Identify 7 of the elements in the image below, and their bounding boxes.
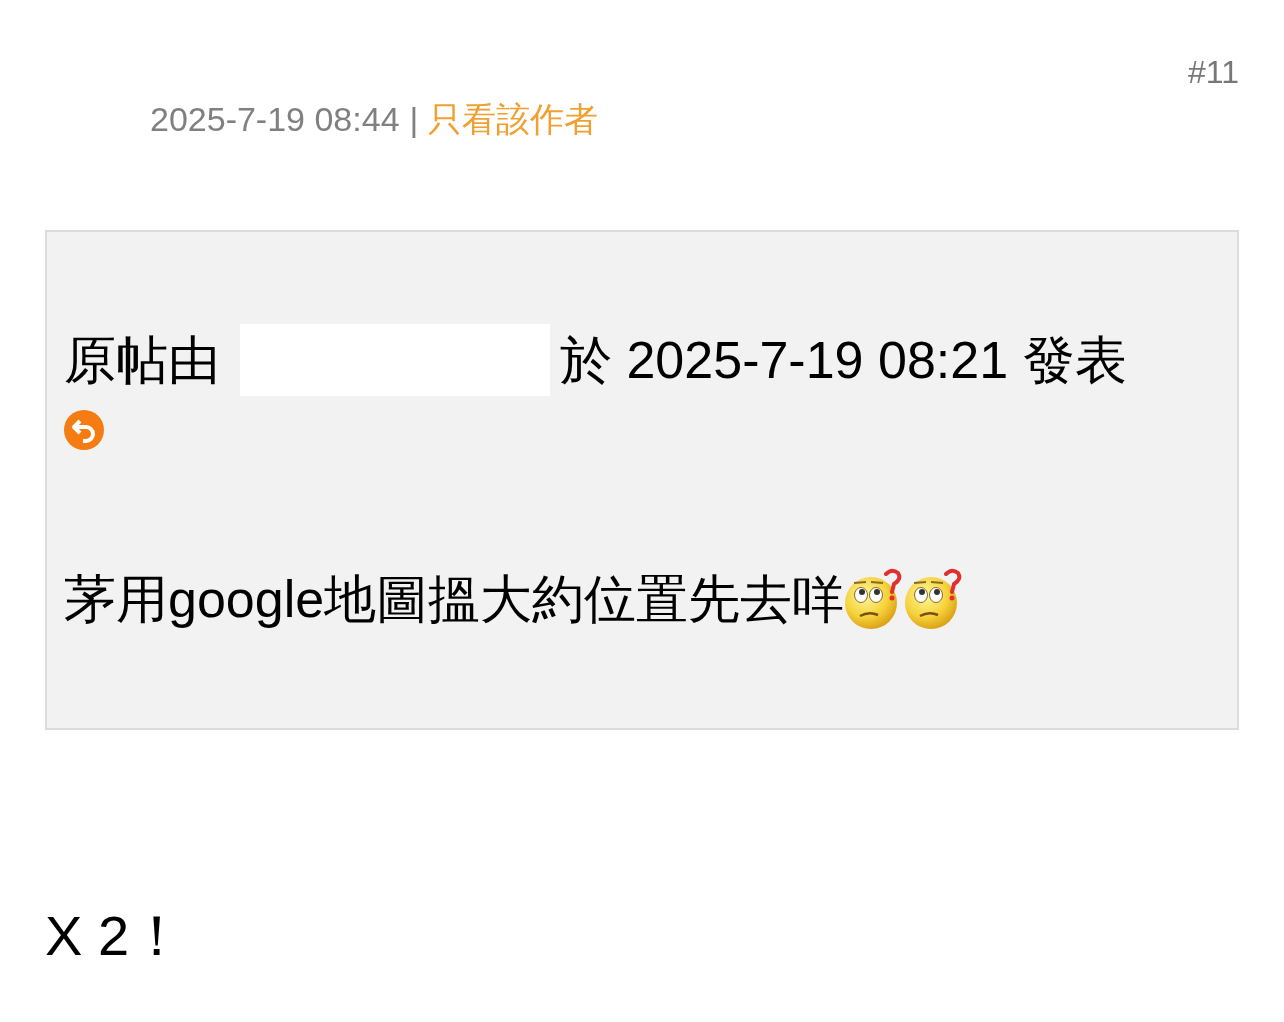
reply-text: X 2！ (45, 908, 186, 964)
quote-prefix: 原帖由 (64, 334, 220, 386)
separator: | (409, 102, 419, 136)
quote-suffix: 於 2025-7-19 08:21 發表 (560, 334, 1127, 386)
post-timestamp: 2025-7-19 08:44 (150, 102, 400, 136)
view-author-only-link[interactable]: 只看該作者 (428, 102, 599, 136)
post-number: #11 (1188, 56, 1239, 88)
